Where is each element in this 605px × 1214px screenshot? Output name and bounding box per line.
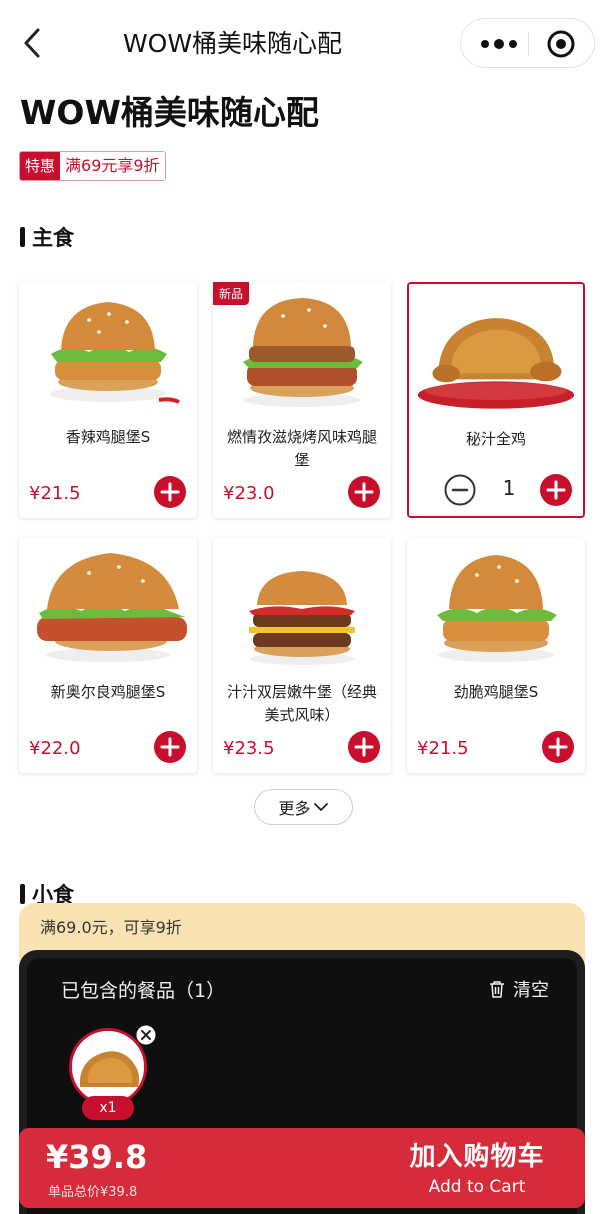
product-price: ¥23.0 (223, 483, 275, 504)
quantity-value: 1 (502, 476, 516, 500)
product-card[interactable]: 新品 燃情孜滋烧烤风味鸡腿堡 ¥23.0 (213, 282, 391, 518)
whole-chicken-image (417, 318, 575, 409)
new-badge: 新品 (213, 282, 250, 305)
add-circle-icon[interactable] (348, 731, 380, 763)
product-name: 新奥尔良鸡腿堡S (50, 683, 166, 701)
product-name: 香辣鸡腿堡S (65, 428, 151, 446)
product-price: ¥22.0 (29, 738, 81, 759)
subtotal-price: 单品总价¥39.8 (48, 1185, 138, 1200)
more-button[interactable]: 更多 (254, 789, 353, 825)
more-button-label: 更多 (278, 799, 311, 818)
cart-item[interactable]: x1 (69, 1024, 157, 1120)
product-card-selected[interactable]: 秘汁全鸡 1 (407, 282, 585, 518)
product-name: 汁汁双层嫩牛堡（经典美式风味） (226, 683, 377, 724)
app-root: WOW桶美味随心配 WOW桶美味随心配 特惠 满69元享9折 主食 香辣鸡腿堡S… (0, 0, 605, 1214)
clear-cart-button[interactable]: 清空 (489, 976, 549, 1002)
cart-item-count: x1 (82, 1096, 134, 1120)
product-price: ¥21.5 (417, 738, 469, 759)
add-circle-icon[interactable] (348, 476, 380, 508)
promo-badge: 特惠 满69元享9折 (19, 151, 166, 181)
product-price: ¥23.5 (223, 738, 275, 759)
checkout-bar: ¥39.8 单品总价¥39.8 加入购物车 Add to Cart (19, 1128, 585, 1208)
double-beef-burger-image (249, 571, 355, 665)
total-price: ¥39.8 (46, 1138, 148, 1176)
mini-program-capsule (460, 18, 595, 68)
clear-cart-label: 清空 (513, 980, 549, 1001)
product-price: ¥21.5 (29, 483, 81, 504)
page-title: WOW桶美味随心配 (20, 93, 319, 132)
new-orleans-burger-image (37, 553, 187, 662)
product-card[interactable]: 汁汁双层嫩牛堡（经典美式风味） ¥23.5 (213, 537, 391, 773)
section-heading-main: 主食 (20, 222, 74, 252)
trash-icon (490, 981, 504, 998)
add-circle-icon[interactable] (542, 731, 574, 763)
capsule-divider (528, 32, 529, 56)
add-to-cart-label: 加入购物车 (409, 1142, 545, 1172)
whole-chicken-thumb-image (72, 1031, 144, 1103)
product-name: 燃情孜滋烧烤风味鸡腿堡 (226, 428, 377, 469)
crispy-chicken-burger-image (437, 555, 557, 662)
discount-text: 满69.0元，可享9折 (40, 918, 182, 937)
add-circle-icon[interactable] (540, 474, 572, 506)
quantity-stepper: 1 (409, 474, 583, 506)
minus-circle-icon[interactable] (444, 474, 476, 506)
cart-title: 已包含的餐品（1） (61, 980, 226, 1002)
product-name: 秘汁全鸡 (465, 430, 526, 448)
add-to-cart-button[interactable]: 加入购物车 Add to Cart (397, 1136, 557, 1197)
section-marker (20, 884, 25, 904)
add-to-cart-label-en: Add to Cart (428, 1177, 526, 1197)
nav-title: WOW桶美味随心配 (122, 29, 343, 58)
promo-text: 满69元享9折 (60, 152, 165, 180)
promo-tag: 特惠 (20, 152, 61, 180)
close-target-icon[interactable] (546, 29, 576, 59)
product-card[interactable]: 香辣鸡腿堡S ¥21.5 (19, 282, 197, 518)
section-marker (20, 227, 25, 247)
spicy-chicken-burger-image (50, 302, 180, 404)
remove-item-icon[interactable] (135, 1024, 157, 1046)
chevron-down-icon (313, 803, 328, 811)
product-card[interactable]: 新奥尔良鸡腿堡S ¥22.0 (19, 537, 197, 773)
nav-bar: WOW桶美味随心配 (0, 0, 605, 86)
more-dots-icon[interactable] (479, 31, 519, 57)
add-circle-icon[interactable] (154, 476, 186, 508)
product-name: 劲脆鸡腿堡S (453, 683, 539, 701)
product-card[interactable]: 劲脆鸡腿堡S ¥21.5 (407, 537, 585, 773)
section-title: 主食 (32, 226, 74, 250)
add-circle-icon[interactable] (154, 731, 186, 763)
